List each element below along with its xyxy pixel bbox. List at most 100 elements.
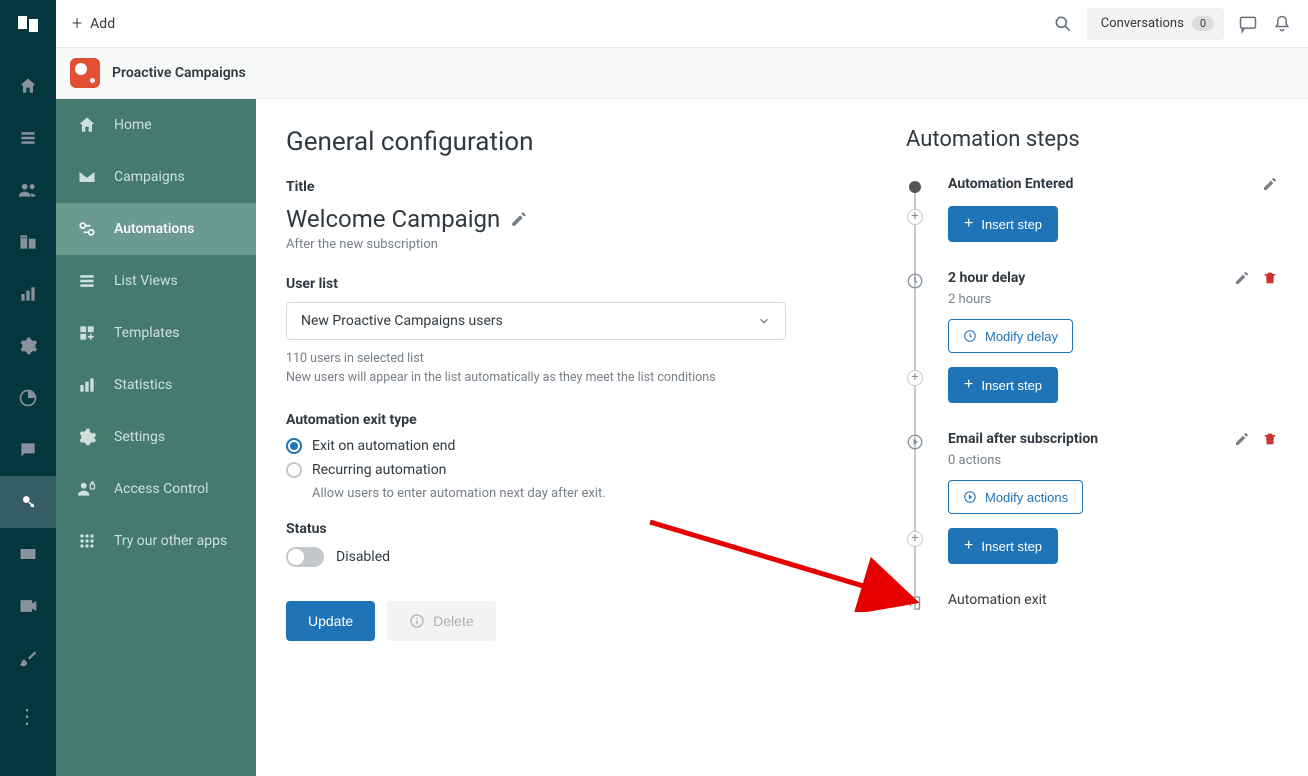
chat-icon[interactable] <box>1238 14 1258 34</box>
modify-actions-button[interactable]: Modify actions <box>948 480 1083 514</box>
edit-step-icon[interactable] <box>1234 431 1250 447</box>
automation-icon <box>76 219 98 239</box>
app-header: Proactive Campaigns <box>56 48 1308 99</box>
add-tab-button[interactable]: + Add <box>72 13 115 34</box>
radio-icon <box>286 438 302 454</box>
userlist-value: New Proactive Campaigns users <box>301 313 503 329</box>
sidebar-item-access[interactable]: Access Control <box>56 463 256 515</box>
rail-views-icon[interactable] <box>0 112 56 164</box>
sidebar-item-label: Templates <box>114 325 180 341</box>
title-label: Title <box>286 179 846 195</box>
sidebar-item-templates[interactable]: Templates <box>56 307 256 359</box>
insert-step-label: Insert step <box>981 539 1042 554</box>
rail-proactive-icon[interactable] <box>0 476 56 528</box>
automation-steps-panel: Automation steps Automation Entered <box>906 127 1278 748</box>
clock-icon <box>906 272 924 290</box>
add-tab-label: Add <box>90 16 115 32</box>
edit-title-icon[interactable] <box>510 210 528 228</box>
edit-step-icon[interactable] <box>1234 270 1250 286</box>
modify-delay-label: Modify delay <box>985 329 1058 344</box>
templates-icon <box>76 323 98 343</box>
step-entered-title: Automation Entered <box>948 176 1073 192</box>
add-step-icon[interactable]: + <box>907 370 923 386</box>
sidebar-item-label: Home <box>114 117 152 133</box>
update-button[interactable]: Update <box>286 601 375 641</box>
topbar: + Add Conversations 0 <box>56 0 1308 48</box>
exit-option-end[interactable]: Exit on automation end <box>286 438 846 454</box>
exit-option-end-label: Exit on automation end <box>312 438 455 454</box>
exit-option-recurring-sub: Allow users to enter automation next day… <box>312 486 846 501</box>
add-step-icon[interactable]: + <box>907 209 923 225</box>
modify-actions-label: Modify actions <box>985 490 1068 505</box>
step-node-entered <box>906 178 924 196</box>
insert-step-button[interactable]: + Insert step <box>948 367 1058 403</box>
global-nav-rail: ⋮ <box>0 0 56 776</box>
exit-label: Automation exit type <box>286 412 846 428</box>
page-title: General configuration <box>286 127 846 157</box>
zendesk-logo <box>16 12 40 36</box>
rail-org-icon[interactable] <box>0 216 56 268</box>
rail-chat-icon[interactable] <box>0 424 56 476</box>
exit-option-recurring[interactable]: Recurring automation <box>286 462 846 478</box>
status-toggle[interactable] <box>286 547 324 567</box>
sidebar-item-label: List Views <box>114 273 178 289</box>
radio-icon <box>286 462 302 478</box>
sidebar-item-label: Statistics <box>114 377 172 393</box>
conversations-button[interactable]: Conversations 0 <box>1087 8 1224 40</box>
exit-icon <box>906 594 924 612</box>
exit-option-recurring-label: Recurring automation <box>312 462 446 478</box>
step-delay-title: 2 hour delay <box>948 270 1025 286</box>
rail-admin-icon[interactable] <box>0 320 56 372</box>
rail-brush-icon[interactable] <box>0 632 56 684</box>
app-icon <box>70 58 100 88</box>
step-node-exit <box>906 594 924 612</box>
sidebar-item-otherapps[interactable]: Try our other apps <box>56 515 256 567</box>
delete-button[interactable]: Delete <box>387 601 495 641</box>
insert-step-label: Insert step <box>981 217 1042 232</box>
conversations-count: 0 <box>1192 16 1214 31</box>
rail-home-icon[interactable] <box>0 60 56 112</box>
access-icon <box>76 479 98 499</box>
bell-icon[interactable] <box>1272 14 1292 34</box>
userlist-helper-1: 110 users in selected list <box>286 350 786 369</box>
play-icon <box>963 490 977 504</box>
delete-step-icon[interactable] <box>1262 270 1278 286</box>
sidebar-item-label: Settings <box>114 429 165 445</box>
delete-button-label: Delete <box>433 613 473 629</box>
edit-step-icon[interactable] <box>1262 176 1278 192</box>
list-icon <box>76 271 98 291</box>
automation-title: Welcome Campaign <box>286 205 500 233</box>
sidebar-item-settings[interactable]: Settings <box>56 411 256 463</box>
app-title: Proactive Campaigns <box>112 65 246 81</box>
sidebar-item-campaigns[interactable]: Campaigns <box>56 151 256 203</box>
info-icon <box>409 613 425 629</box>
delete-step-icon[interactable] <box>1262 431 1278 447</box>
sidebar-item-statistics[interactable]: Statistics <box>56 359 256 411</box>
mail-icon <box>76 167 98 187</box>
rail-customers-icon[interactable] <box>0 164 56 216</box>
rail-mail-icon[interactable] <box>0 528 56 580</box>
step-email-title: Email after subscription <box>948 431 1098 447</box>
sidebar-item-automations[interactable]: Automations <box>56 203 256 255</box>
rail-reports-icon[interactable] <box>0 268 56 320</box>
search-icon[interactable] <box>1053 14 1073 34</box>
userlist-select[interactable]: New Proactive Campaigns users <box>286 302 786 340</box>
sidebar-item-listviews[interactable]: List Views <box>56 255 256 307</box>
status-value: Disabled <box>336 549 390 565</box>
rail-video-icon[interactable] <box>0 580 56 632</box>
rail-explore-icon[interactable] <box>0 372 56 424</box>
chevron-down-icon <box>757 314 771 328</box>
steps-heading: Automation steps <box>906 127 1278 152</box>
rail-more-icon[interactable]: ⋮ <box>0 696 56 736</box>
sidebar: Home Campaigns Automations List Views Te… <box>56 99 256 776</box>
add-step-icon[interactable]: + <box>907 531 923 547</box>
insert-step-button[interactable]: + Insert step <box>948 206 1058 242</box>
step-email-sub: 0 actions <box>948 453 1278 468</box>
automation-subtitle: After the new subscription <box>286 237 846 252</box>
sidebar-item-label: Try our other apps <box>114 533 227 549</box>
sidebar-item-home[interactable]: Home <box>56 99 256 151</box>
insert-step-button[interactable]: + Insert step <box>948 528 1058 564</box>
modify-delay-button[interactable]: Modify delay <box>948 319 1073 353</box>
sidebar-item-label: Automations <box>114 221 194 237</box>
conversations-label: Conversations <box>1101 16 1184 31</box>
